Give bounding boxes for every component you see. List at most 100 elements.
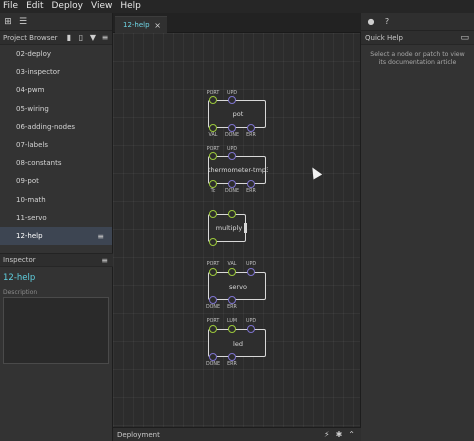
pin-label: DONE [224, 133, 240, 138]
project-item[interactable]: 07-labels [0, 136, 112, 154]
chevron-up-icon[interactable]: ⌃ [348, 430, 355, 439]
pin-label: UPD [245, 262, 257, 267]
pin-val[interactable] [209, 124, 217, 132]
document-icon[interactable]: ▯ [77, 33, 85, 43]
pin-label: DONE [224, 189, 240, 194]
pin-output[interactable] [209, 238, 217, 246]
flash-icon[interactable]: ⚡ [324, 430, 330, 439]
pin-label: UPD [245, 319, 257, 324]
node-name: led [233, 340, 243, 348]
pin-upd[interactable] [228, 96, 236, 104]
project-item-label: 02-deploy [16, 50, 51, 59]
patch-canvas[interactable]: PORT UPD pot VAL DONE ERR PORT UPD therm… [113, 33, 361, 427]
project-item[interactable]: 08-constants [0, 154, 112, 172]
project-item[interactable]: 03-inspector [0, 63, 112, 81]
pin-label: ERR [246, 133, 256, 138]
project-item[interactable]: 11-servo [0, 209, 112, 227]
project-item[interactable]: 09-pot [0, 172, 112, 190]
pin-err[interactable] [228, 353, 236, 361]
pin-err[interactable] [228, 296, 236, 304]
pin-upd[interactable] [247, 325, 255, 333]
tab-bar: 12-help × [113, 13, 361, 33]
deployment-bar[interactable]: Deployment ⚡ ✱ ⌃ [113, 427, 361, 441]
deployment-title: Deployment [117, 430, 160, 439]
pin-label: PORT [206, 319, 220, 324]
node-name: servo [229, 283, 247, 291]
inspector-menu-icon[interactable]: ≡ [101, 256, 113, 265]
filter-icon[interactable]: ▼ [89, 33, 97, 43]
pin-err[interactable] [247, 124, 255, 132]
description-field[interactable] [3, 297, 109, 364]
project-item[interactable]: 05-wiring [0, 100, 112, 118]
bug-icon[interactable]: ✱ [336, 430, 343, 439]
project-item-label: 09-pot [16, 177, 39, 186]
user-icon[interactable]: ● [366, 17, 376, 26]
project-item-label: 04-pwm [16, 86, 45, 95]
pin-err[interactable] [247, 180, 255, 188]
pin-label: DONE [205, 362, 221, 367]
pin-port[interactable] [209, 96, 217, 104]
project-item-label: 07-labels [16, 141, 49, 150]
tab-label: 12-help [123, 21, 150, 29]
inspector-patch-name: 12-help [3, 273, 36, 283]
pin-port[interactable] [209, 325, 217, 333]
project-item[interactable]: 10-math [0, 191, 112, 209]
collapse-icon[interactable]: ▭ [460, 33, 474, 43]
sliders-icon[interactable]: ☰ [18, 17, 28, 27]
pin-input-a[interactable] [209, 210, 217, 218]
pin-tc[interactable] [209, 180, 217, 188]
inspector-title: Inspector [3, 256, 36, 264]
node-thermometer[interactable]: PORT UPD thermometer-tmp3... Tc DONE ERR [207, 147, 268, 194]
menu-icon[interactable]: ≡ [101, 33, 109, 43]
new-patch-icon[interactable]: ▮ [65, 33, 73, 43]
add-patch-icon[interactable]: ⊞ [3, 17, 13, 27]
menu-edit[interactable]: Edit [26, 0, 43, 13]
tab-12-help[interactable]: 12-help × [115, 16, 167, 33]
description-label: Description [3, 289, 38, 296]
project-item[interactable]: 06-adding-nodes [0, 118, 112, 136]
pin-port[interactable] [209, 268, 217, 276]
node-name: thermometer-tmp3... [208, 166, 268, 174]
menu-view[interactable]: View [91, 0, 112, 13]
pin-lum[interactable] [228, 325, 236, 333]
pin-val[interactable] [228, 268, 236, 276]
pin-input-b[interactable] [228, 210, 236, 218]
node-name: pot [232, 110, 244, 118]
left-panel: ⊞ ☰ Project Browser ▮ ▯ ▼ ≡ 02-deploy 03… [0, 13, 113, 441]
right-toolbar: ● ? [361, 13, 474, 31]
menu-deploy[interactable]: Deploy [52, 0, 84, 13]
pin-upd[interactable] [228, 152, 236, 160]
left-toolbar: ⊞ ☰ [0, 13, 112, 31]
inspector-header: Inspector ≡ [0, 253, 113, 267]
close-icon[interactable]: × [154, 21, 167, 30]
project-item[interactable]: 04-pwm [0, 81, 112, 99]
pin-label: PORT [206, 262, 220, 267]
pin-done[interactable] [228, 124, 236, 132]
help-circle-icon[interactable]: ? [382, 17, 392, 26]
pin-done[interactable] [228, 180, 236, 188]
node-multiply[interactable]: multiply [208, 210, 250, 246]
pin-done[interactable] [209, 353, 217, 361]
menu-file[interactable]: File [3, 0, 18, 13]
project-item[interactable]: 02-deploy [0, 45, 112, 63]
project-item-label: 06-adding-nodes [16, 122, 76, 131]
pin-done[interactable] [209, 296, 217, 304]
node-servo[interactable]: PORT VAL UPD servo DONE ERR [206, 262, 268, 314]
node-pot[interactable]: PORT UPD pot VAL DONE ERR [207, 91, 268, 138]
pin-port[interactable] [209, 152, 217, 160]
project-item-selected[interactable]: 12-help ≡ [0, 226, 112, 246]
pin-upd[interactable] [247, 268, 255, 276]
quick-help-header: Quick Help ▭ [361, 31, 474, 45]
node-led[interactable]: PORT LUM UPD led DONE ERR [206, 319, 268, 371]
pin-label: Tc [210, 189, 216, 194]
pin-label: VAL [227, 262, 237, 267]
menu-help[interactable]: Help [120, 0, 141, 13]
pin-label: ERR [227, 362, 237, 367]
pin-label: DONE [205, 305, 221, 310]
project-item-label: 03-inspector [16, 68, 60, 77]
project-item-label: 10-math [16, 195, 46, 204]
project-list: 02-deploy 03-inspector 04-pwm 05-wiring … [0, 45, 112, 246]
pin-label: ERR [246, 189, 256, 194]
patch-menu-icon[interactable]: ≡ [97, 232, 104, 241]
variadic-handle[interactable] [244, 223, 247, 233]
